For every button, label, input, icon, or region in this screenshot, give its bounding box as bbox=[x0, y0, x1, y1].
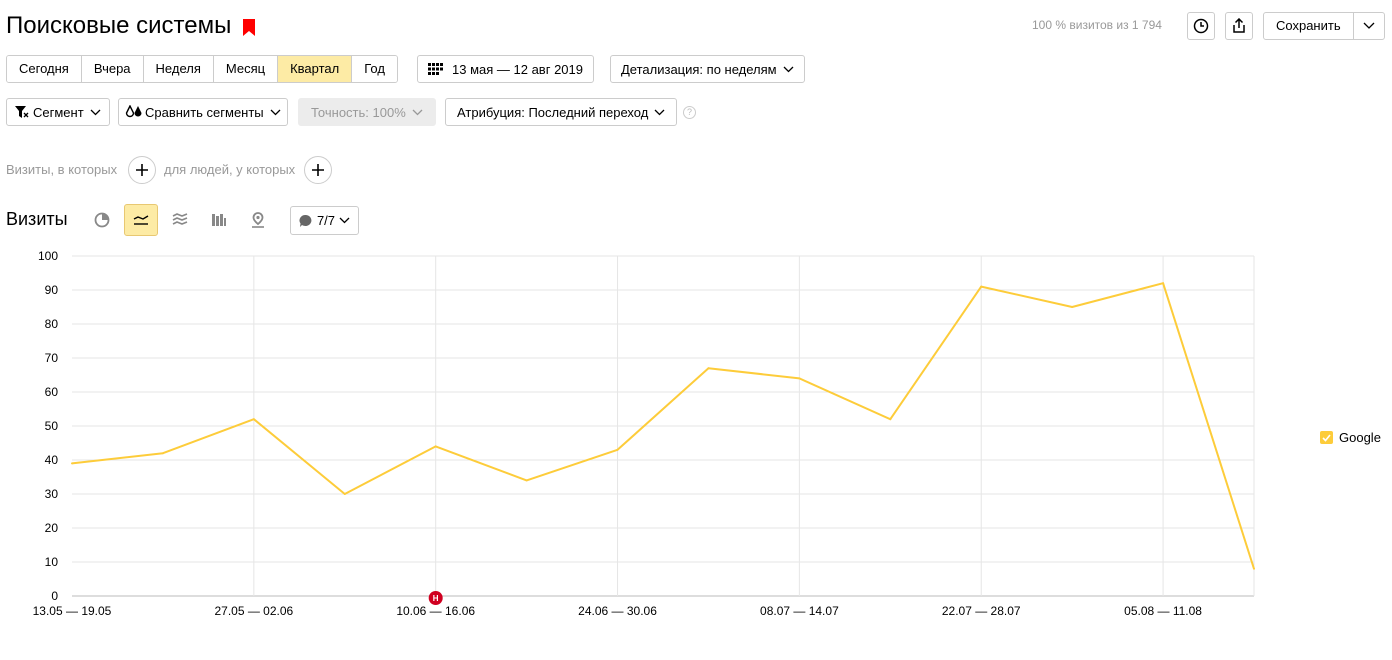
x-tick-label: 08.07 — 14.07 bbox=[760, 604, 839, 618]
y-tick-label: 100 bbox=[38, 249, 58, 263]
date-range-label: 13 мая — 12 авг 2019 bbox=[452, 61, 583, 77]
share-icon bbox=[1233, 18, 1245, 33]
note-marker-label: Н bbox=[433, 594, 439, 603]
x-tick-label: 13.05 — 19.05 bbox=[33, 604, 112, 618]
line-chart-icon bbox=[133, 215, 149, 225]
chevron-down-icon bbox=[90, 109, 101, 115]
export-button[interactable] bbox=[1225, 12, 1253, 40]
accuracy-dropdown[interactable]: Точность: 100% bbox=[298, 98, 436, 126]
history-button[interactable] bbox=[1187, 12, 1215, 40]
page-title: Поисковые системы bbox=[6, 12, 232, 39]
visits-condition-label: Визиты, в которых bbox=[6, 162, 118, 177]
data-point bbox=[434, 445, 437, 448]
bookmark-icon[interactable] bbox=[243, 19, 255, 36]
comment-icon bbox=[299, 214, 312, 227]
x-tick-label: 27.05 — 02.06 bbox=[214, 604, 293, 618]
add-visit-condition-button[interactable] bbox=[128, 156, 156, 184]
y-tick-label: 40 bbox=[45, 453, 59, 467]
save-options-button[interactable] bbox=[1354, 13, 1384, 39]
x-tick-label: 22.07 — 28.07 bbox=[942, 604, 1021, 618]
checkmark-icon bbox=[1322, 433, 1331, 442]
filter-icon bbox=[15, 105, 29, 118]
chevron-down-icon bbox=[1363, 22, 1375, 29]
data-point bbox=[525, 479, 528, 482]
data-point bbox=[71, 462, 73, 465]
chevron-down-icon bbox=[412, 109, 423, 115]
chevron-down-icon bbox=[783, 66, 794, 72]
chart-type-map[interactable] bbox=[241, 204, 275, 236]
x-tick-label: 05.08 — 11.08 bbox=[1124, 604, 1202, 618]
people-condition-label: для людей, у которых bbox=[164, 162, 296, 177]
data-point bbox=[889, 418, 892, 421]
chart-legend[interactable]: Google bbox=[1320, 430, 1381, 445]
save-group: Сохранить bbox=[1263, 12, 1385, 40]
period-quarter[interactable]: Квартал bbox=[278, 56, 353, 82]
chevron-down-icon bbox=[654, 109, 665, 115]
attribution-label: Атрибуция: Последний переход bbox=[457, 104, 649, 120]
y-tick-label: 30 bbox=[45, 487, 59, 501]
data-point bbox=[798, 377, 801, 380]
x-tick-label: 10.06 — 16.06 bbox=[396, 604, 475, 618]
period-selector: Сегодня Вчера Неделя Месяц Квартал Год bbox=[6, 55, 398, 83]
chart-title: Визиты bbox=[6, 209, 68, 229]
date-range-button[interactable]: 13 мая — 12 авг 2019 bbox=[417, 55, 594, 83]
x-tick-label: 24.06 — 30.06 bbox=[578, 604, 657, 618]
compare-icon bbox=[125, 105, 142, 118]
segment-button[interactable]: Сегмент bbox=[6, 98, 110, 126]
y-tick-label: 80 bbox=[45, 317, 59, 331]
column-chart-icon bbox=[212, 214, 226, 226]
accuracy-label: Точность: 100% bbox=[311, 104, 406, 120]
segment-label: Сегмент bbox=[33, 104, 84, 120]
detail-label: Детализация: по неделям bbox=[621, 61, 777, 77]
notes-count: 7/7 bbox=[316, 213, 336, 228]
chart-type-column[interactable] bbox=[202, 204, 236, 236]
chevron-down-icon bbox=[270, 109, 281, 115]
chart-type-area[interactable] bbox=[163, 204, 197, 236]
legend-label: Google bbox=[1339, 430, 1381, 445]
data-point bbox=[343, 493, 346, 495]
period-month[interactable]: Месяц bbox=[213, 56, 279, 82]
y-tick-label: 0 bbox=[51, 589, 58, 603]
notes-filter-button[interactable]: 7/7 bbox=[290, 206, 359, 235]
data-point bbox=[1253, 567, 1255, 570]
data-point bbox=[1071, 306, 1074, 308]
data-point bbox=[161, 452, 164, 455]
y-tick-label: 20 bbox=[45, 521, 59, 535]
pie-chart-icon bbox=[94, 212, 110, 228]
data-point bbox=[707, 367, 710, 370]
compare-label: Сравнить сегменты bbox=[145, 104, 264, 120]
data-point bbox=[980, 285, 983, 288]
area-chart-icon bbox=[172, 213, 188, 225]
y-tick-label: 70 bbox=[45, 351, 59, 365]
data-point bbox=[616, 448, 619, 451]
visits-share: 100 % визитов из 1 794 bbox=[1032, 18, 1162, 32]
period-today[interactable]: Сегодня bbox=[7, 56, 82, 82]
chart-type-line[interactable] bbox=[124, 204, 158, 236]
period-year[interactable]: Год bbox=[352, 56, 397, 82]
legend-checkbox[interactable] bbox=[1320, 431, 1333, 444]
attribution-dropdown[interactable]: Атрибуция: Последний переход bbox=[445, 98, 678, 126]
chevron-down-icon bbox=[339, 217, 350, 224]
clock-icon bbox=[1193, 18, 1209, 34]
data-point bbox=[1162, 282, 1165, 285]
data-point bbox=[252, 418, 255, 421]
visits-line-chart: 0 10 20 30 40 50 60 70 80 90 100 13.05 — 19.05 27.05… bbox=[33, 249, 1255, 618]
map-pin-icon bbox=[252, 212, 264, 228]
help-icon[interactable]: ? bbox=[683, 106, 696, 119]
save-button[interactable]: Сохранить bbox=[1264, 13, 1354, 39]
compare-segments-button[interactable]: Сравнить сегменты bbox=[118, 98, 288, 126]
y-tick-label: 90 bbox=[45, 283, 59, 297]
plus-icon bbox=[312, 164, 324, 176]
y-tick-label: 60 bbox=[45, 385, 59, 399]
chart-type-pie[interactable] bbox=[85, 204, 119, 236]
period-yesterday[interactable]: Вчера bbox=[81, 56, 144, 82]
plus-icon bbox=[136, 164, 148, 176]
y-tick-label: 50 bbox=[45, 419, 59, 433]
detail-dropdown[interactable]: Детализация: по неделям bbox=[610, 55, 805, 83]
calendar-icon bbox=[428, 63, 443, 75]
y-tick-label: 10 bbox=[45, 555, 59, 569]
add-people-condition-button[interactable] bbox=[304, 156, 332, 184]
period-week[interactable]: Неделя bbox=[143, 56, 214, 82]
